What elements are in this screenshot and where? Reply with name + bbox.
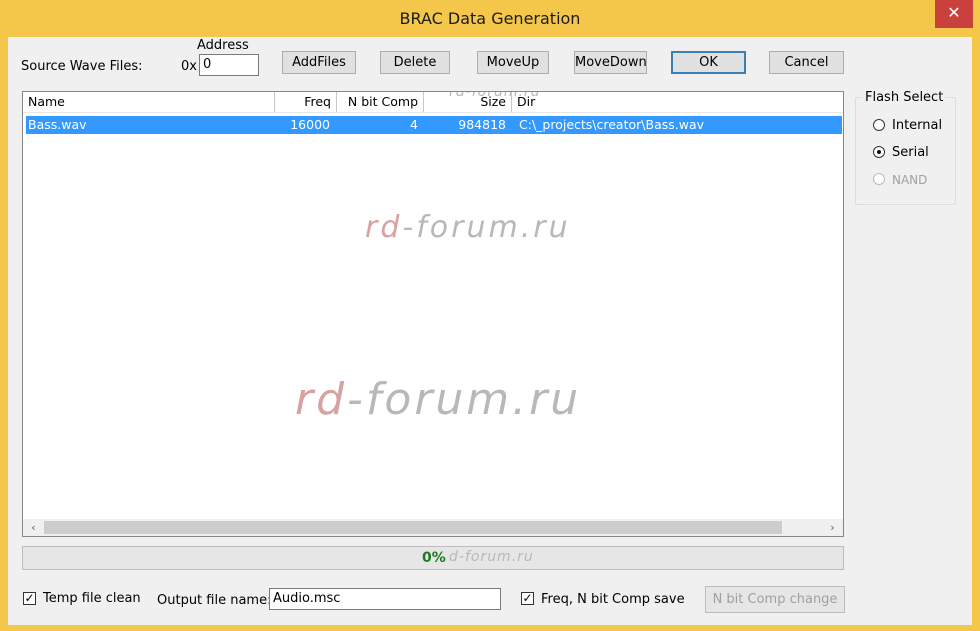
watermark-medium: rd-forum.ru — [365, 210, 571, 245]
cell-size: 984818 — [458, 117, 506, 132]
radio-nand — [873, 173, 885, 185]
output-file-input[interactable]: Audio.msc — [269, 588, 501, 610]
close-icon: ✕ — [947, 3, 961, 22]
watermark-progress: d-forum.ru — [449, 549, 534, 565]
delete-button[interactable]: Delete — [380, 51, 450, 74]
radio-nand-label: NAND — [892, 173, 928, 187]
n-bit-comp-change-button: N bit Comp change — [705, 586, 845, 613]
column-header-name[interactable]: Name — [23, 92, 275, 112]
dialog-client: Source Wave Files: Address 0x 0 AddFiles… — [8, 37, 972, 625]
move-down-button[interactable]: MoveDown — [574, 51, 647, 74]
cell-name: Bass.wav — [28, 117, 87, 132]
column-header-dir[interactable]: Dir — [512, 92, 843, 112]
app-window: BRAC Data Generation ✕ Source Wave Files… — [0, 0, 980, 631]
list-item[interactable]: Bass.wav 16000 4 984818 C:\_projects\cre… — [26, 116, 842, 134]
check-icon: ✓ — [522, 591, 533, 605]
temp-file-clean-checkbox[interactable]: ✓ — [23, 592, 36, 605]
freq-save-checkbox[interactable]: ✓ — [521, 592, 534, 605]
move-up-button[interactable]: MoveUp — [477, 51, 549, 74]
watermark-small: rd-forum.ru — [449, 91, 541, 100]
progress-percent: 0% — [422, 550, 446, 566]
title-bar: BRAC Data Generation ✕ — [0, 0, 980, 36]
column-header-nbit[interactable]: N bit Comp — [337, 92, 424, 112]
source-wave-files-label: Source Wave Files: — [21, 59, 143, 74]
window-title: BRAC Data Generation — [399, 9, 581, 28]
check-icon: ✓ — [24, 591, 35, 605]
radio-serial[interactable] — [873, 146, 885, 158]
cell-nbit: 4 — [410, 117, 418, 132]
scrollbar-thumb[interactable] — [44, 521, 782, 534]
column-header-freq[interactable]: Freq — [275, 92, 337, 112]
address-label: Address — [197, 38, 249, 53]
radio-internal[interactable] — [873, 119, 885, 131]
temp-file-clean-label[interactable]: Temp file clean — [43, 591, 141, 606]
watermark-large: rd-forum.ru — [295, 374, 582, 425]
file-list[interactable]: Name Freq N bit Comp Size Dir Bass.wav 1… — [22, 91, 844, 537]
list-header: Name Freq N bit Comp Size Dir — [23, 92, 843, 113]
scroll-left-icon[interactable]: ‹ — [25, 519, 42, 536]
radio-serial-label[interactable]: Serial — [892, 145, 929, 160]
freq-save-label[interactable]: Freq, N bit Comp save — [541, 592, 685, 607]
scroll-right-icon[interactable]: › — [824, 519, 841, 536]
horizontal-scrollbar[interactable]: ‹ › — [23, 519, 843, 536]
ok-button[interactable]: OK — [671, 51, 746, 74]
add-files-button[interactable]: AddFiles — [282, 51, 356, 74]
address-input[interactable]: 0 — [199, 54, 259, 76]
cancel-button[interactable]: Cancel — [769, 51, 844, 74]
cell-dir: C:\_projects\creator\Bass.wav — [519, 117, 705, 132]
progress-bar: 0% d-forum.ru — [22, 546, 844, 570]
flash-select-title: Flash Select — [863, 90, 946, 105]
cell-freq: 16000 — [290, 117, 330, 132]
hex-prefix-label: 0x — [181, 59, 197, 74]
output-file-label: Output file name: — [157, 593, 272, 608]
radio-internal-label[interactable]: Internal — [892, 118, 942, 133]
close-button[interactable]: ✕ — [935, 0, 973, 28]
